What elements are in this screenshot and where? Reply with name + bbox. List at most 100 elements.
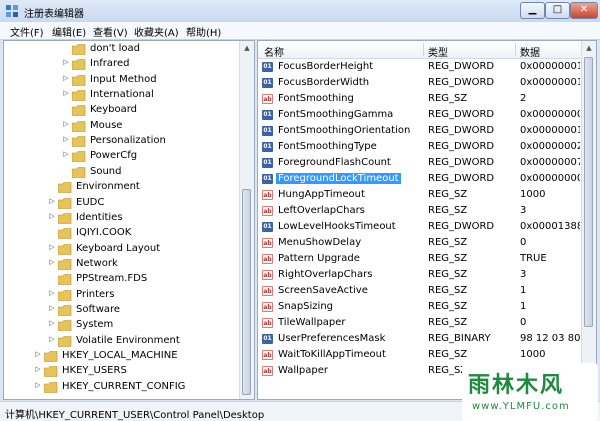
close-button[interactable]: ✕ <box>570 2 598 19</box>
value-row[interactable]: 01 FontSmoothingGamma REG_DWORD 0x00000000 … <box>258 107 582 123</box>
value-data: 1 <box>520 301 527 312</box>
value-type: REG_DWORD <box>428 125 495 136</box>
value-row[interactable]: 01 FocusBorderWidth REG_DWORD 0x00000001 (1… <box>258 75 582 91</box>
value-row[interactable]: ab LeftOverlapChars REG_SZ 3 <box>258 203 582 219</box>
column-divider[interactable] <box>515 43 516 56</box>
tree-item-label: PowerCfg <box>90 150 138 162</box>
tree-item-label: International <box>90 89 154 101</box>
value-row[interactable]: ab HungAppTimeout REG_SZ 1000 <box>258 187 582 203</box>
tree-item-label: Software <box>76 303 121 315</box>
folder-icon <box>58 289 72 301</box>
value-data: 3 <box>520 269 527 280</box>
folder-icon <box>58 182 72 193</box>
string-value-icon: ab <box>262 350 273 360</box>
scrollbar-thumb[interactable] <box>584 57 593 327</box>
value-type: REG_SZ <box>428 301 468 312</box>
value-row[interactable]: 01 ForegroundFlashCount REG_DWORD 0x0000000… <box>258 155 582 171</box>
tree-item-label: Printers <box>76 288 115 300</box>
column-header-type[interactable]: 类型 <box>428 44 448 59</box>
watermark-text: 雨林木风 <box>468 373 565 398</box>
value-row[interactable]: 01 UserPreferencesMask REG_BINARY 98 12 03 … <box>258 331 582 347</box>
menu-favorites[interactable]: 收藏夹(A) <box>134 24 179 39</box>
binary-value-icon: 01 <box>262 110 273 120</box>
value-row[interactable]: ab Pattern Upgrade REG_SZ TRUE <box>258 251 582 267</box>
value-type: REG_DWORD <box>428 109 495 120</box>
string-value-icon: ab <box>262 254 273 264</box>
menu-edit[interactable]: 编辑(E) <box>52 24 86 39</box>
expand-arrow-icon[interactable]: ▷ <box>62 58 70 66</box>
expand-arrow-icon[interactable]: ▷ <box>62 89 70 97</box>
status-path: 计算机\HKEY_CURRENT_USER\Control Panel\Desk… <box>5 410 265 421</box>
minimize-icon: ▁ <box>528 4 537 15</box>
expand-arrow-icon[interactable]: ▷ <box>48 212 56 220</box>
value-name: FontSmoothing <box>278 93 354 104</box>
values-pane[interactable]: 名称 类型 数据 01 FocusBorderHeight REG_DWORD 0x0… <box>257 40 597 400</box>
value-row[interactable]: ab ScreenSaveActive REG_SZ 1 <box>258 283 582 299</box>
menu-help[interactable]: 帮助(H) <box>186 24 221 39</box>
expand-arrow-icon[interactable]: ▷ <box>48 258 56 266</box>
value-row[interactable]: ab SnapSizing REG_SZ 1 <box>258 299 582 315</box>
minimize-button[interactable]: ▁ <box>520 2 545 19</box>
value-row[interactable]: ab MenuShowDelay REG_SZ 0 <box>258 235 582 251</box>
expand-arrow-icon[interactable]: ▷ <box>34 381 42 389</box>
expand-arrow-icon[interactable]: ▷ <box>62 74 70 82</box>
value-row[interactable]: ab TileWallpaper REG_SZ 0 <box>258 315 582 331</box>
tree-scrollbar[interactable]: ▲ <box>239 41 254 399</box>
key-tree-pane[interactable]: don't load ▷ Infrared ▷ Input Method ▷ Interna… <box>3 40 255 400</box>
value-name: LeftOverlapChars <box>278 205 365 216</box>
folder-icon <box>72 59 86 71</box>
menu-view[interactable]: 查看(V) <box>93 24 128 39</box>
expand-arrow-icon[interactable]: ▷ <box>34 365 42 373</box>
expand-arrow-icon[interactable]: ▷ <box>48 319 56 327</box>
expand-arrow-icon[interactable]: ▷ <box>62 120 70 128</box>
folder-icon <box>72 44 86 55</box>
value-row[interactable]: ab FontSmoothing REG_SZ 2 <box>258 91 582 107</box>
tree-item-label: don't load <box>90 43 141 54</box>
column-header-data[interactable]: 数据 <box>520 44 540 59</box>
value-row[interactable]: ab WaitToKillAppTimeout REG_SZ 1000 <box>258 347 582 363</box>
menu-file[interactable]: 文件(F) <box>10 24 44 39</box>
expand-arrow-icon[interactable]: ▷ <box>48 304 56 312</box>
value-data: 1000 <box>520 189 546 200</box>
registry-app-icon <box>6 5 18 17</box>
folder-icon <box>72 166 86 178</box>
scrollbar-thumb[interactable] <box>242 189 251 395</box>
expand-arrow-icon[interactable]: ▷ <box>48 197 56 205</box>
title-bar[interactable]: 注册表编辑器 ▁ □ ✕ <box>0 0 600 22</box>
tree-item-label: EUDC <box>76 196 105 208</box>
expand-arrow-icon[interactable]: ▷ <box>48 335 56 343</box>
value-row[interactable]: 01 LowLevelHooksTimeout REG_DWORD 0x0000138… <box>258 219 582 235</box>
expand-arrow-icon[interactable]: ▷ <box>34 350 42 358</box>
expand-arrow-icon[interactable]: ▷ <box>48 289 56 297</box>
tree-item-label: Volatile Environment <box>76 334 180 346</box>
value-type: REG_SZ <box>428 349 468 360</box>
value-row[interactable]: 01 ForegroundLockTimeout REG_DWORD 0x000000… <box>258 171 582 187</box>
value-type: REG_DWORD <box>428 173 495 184</box>
folder-icon <box>58 213 72 224</box>
value-name: LowLevelHooksTimeout <box>278 221 396 232</box>
expand-arrow-icon[interactable]: ▷ <box>62 150 70 158</box>
maximize-button[interactable]: □ <box>545 2 570 19</box>
tree-item-label: PPStream.FDS <box>76 273 148 285</box>
value-row[interactable]: 01 FocusBorderHeight REG_DWORD 0x00000001 (… <box>258 59 582 75</box>
tree-item-label: HKEY_LOCAL_MACHINE <box>62 350 178 361</box>
tree-item-label: Mouse <box>90 119 123 131</box>
value-row[interactable]: 01 FontSmoothingType REG_DWORD 0x00000002 (… <box>258 139 582 155</box>
binary-value-icon: 01 <box>262 222 273 232</box>
column-divider[interactable] <box>423 43 424 56</box>
column-header-name[interactable]: 名称 <box>264 44 284 59</box>
scroll-up-arrow-icon[interactable]: ▲ <box>582 41 596 55</box>
string-value-icon: ab <box>262 238 273 248</box>
value-row[interactable]: ab RightOverlapChars REG_SZ 3 <box>258 267 582 283</box>
folder-icon <box>58 228 72 239</box>
value-data: 98 12 03 80 10 <box>520 333 580 344</box>
folder-icon <box>72 90 86 101</box>
value-data: 0x00000001 (1) <box>520 77 580 88</box>
expand-arrow-icon[interactable]: ▷ <box>62 135 70 143</box>
values-scrollbar[interactable]: ▲ <box>581 41 596 399</box>
value-row[interactable]: 01 FontSmoothingOrientation REG_DWORD 0x000… <box>258 123 582 139</box>
expand-arrow-icon[interactable]: ▷ <box>48 243 56 251</box>
scroll-up-arrow-icon[interactable]: ▲ <box>240 41 254 55</box>
watermark-url: www.YLMFU.com <box>472 401 570 412</box>
value-data: 0x00000007 (7) <box>520 157 580 168</box>
